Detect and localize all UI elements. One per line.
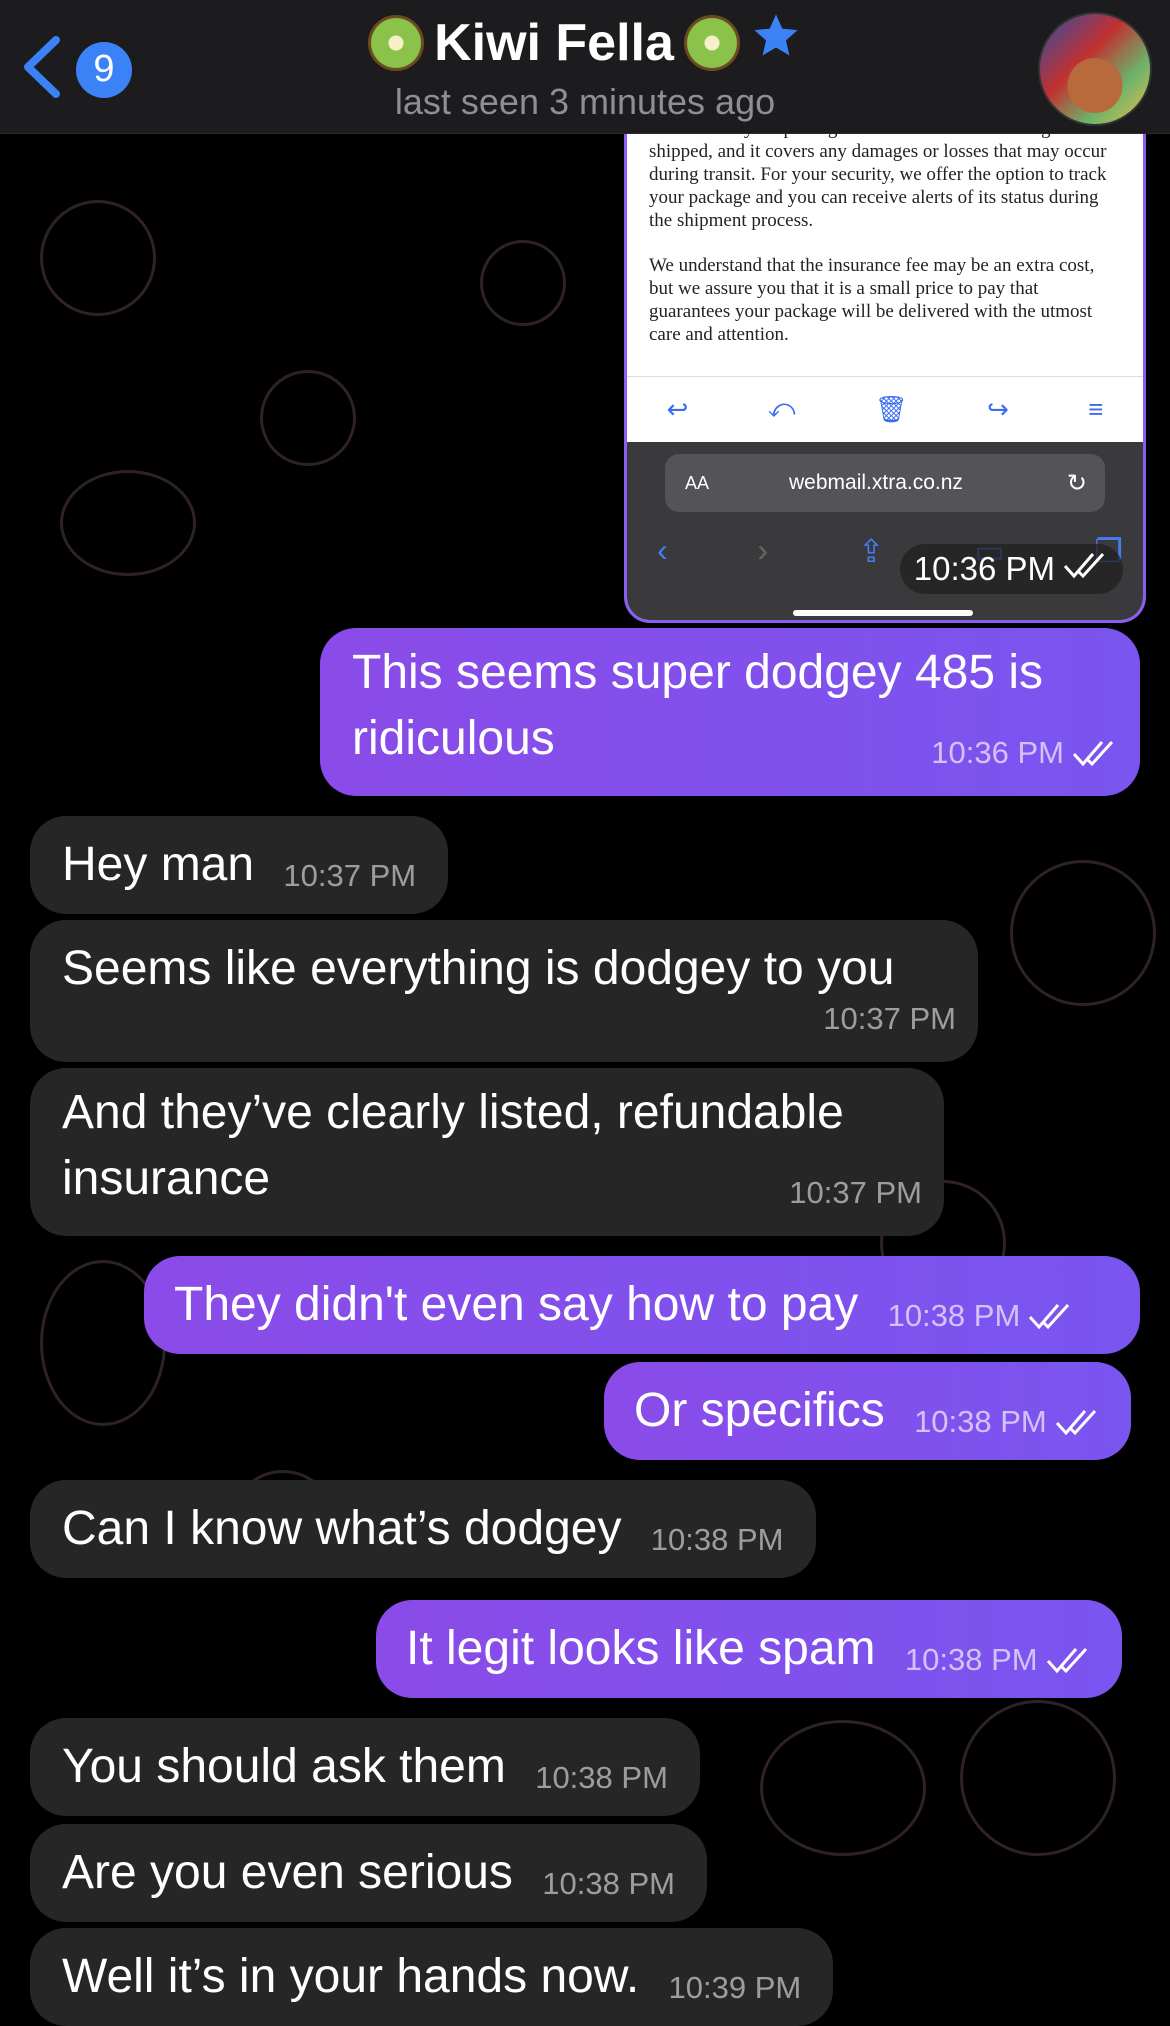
timestamp: 10:37 PM — [789, 1175, 922, 1210]
message-meta: 10:38 PM — [888, 1283, 1075, 1349]
double-check-icon — [1063, 550, 1109, 588]
double-check-icon — [1072, 720, 1118, 786]
message-text: It legit looks like spam — [406, 1622, 876, 1675]
message-text: Are you even serious — [62, 1846, 513, 1899]
message-text: And they’ve clearly listed, refundable i… — [62, 1086, 844, 1205]
doodle — [60, 470, 196, 576]
forward-icon: ↪ — [987, 393, 1009, 424]
kiwi-emoji-icon — [683, 14, 740, 71]
doodle — [260, 370, 356, 466]
message-bubble-incoming[interactable]: Are you even serious 10:38 PM — [30, 1824, 707, 1922]
message-text: They didn't even say how to pay — [174, 1278, 859, 1331]
chat-title-area[interactable]: Kiwi Fella last seen 3 minutes ago — [0, 10, 1170, 123]
reload-icon: ↻ — [1066, 469, 1087, 497]
url-text: webmail.xtra.co.nz — [789, 471, 963, 494]
doodle — [480, 240, 566, 326]
email-paragraph: We understand that the insurance fee may… — [649, 255, 1095, 345]
message-meta: 10:38 PM — [651, 1507, 784, 1573]
menu-icon: ≡ — [1088, 393, 1104, 424]
message-bubble-outgoing[interactable]: It legit looks like spam 10:38 PM — [376, 1600, 1122, 1698]
message-text: Well it’s in your hands now. — [62, 1950, 640, 2003]
trash-icon: 🗑 — [874, 393, 908, 424]
message-meta: 10:37 PM — [823, 986, 956, 1052]
message-bubble-incoming[interactable]: And they’ve clearly listed, refundable i… — [30, 1068, 944, 1236]
doodle — [40, 200, 156, 316]
reply-all-icon: ⤺ — [767, 393, 796, 423]
double-check-icon — [1055, 1389, 1101, 1455]
timestamp: 10:38 PM — [914, 1404, 1047, 1439]
message-text: Or specifics — [634, 1384, 885, 1437]
message-meta: 10:38 PM — [905, 1627, 1092, 1693]
chevron-right-icon: › — [757, 532, 769, 568]
message-meta: 10:38 PM — [914, 1389, 1101, 1455]
avatar[interactable] — [1038, 12, 1152, 126]
timestamp: 10:38 PM — [535, 1760, 668, 1795]
chat-title: Kiwi Fella — [434, 13, 674, 72]
timestamp: 10:38 PM — [542, 1866, 675, 1901]
home-indicator — [793, 610, 973, 616]
message-bubble-incoming[interactable]: Well it’s in your hands now. 10:39 PM — [30, 1928, 834, 2026]
share-icon: ⇪ — [857, 533, 885, 569]
message-meta: 10:37 PM — [789, 1160, 922, 1226]
email-screenshot-body: package, we require a refundable insuran… — [627, 100, 1143, 346]
message-meta: 10:38 PM — [535, 1745, 668, 1811]
doodle — [760, 1720, 926, 1856]
url-bar: AA webmail.xtra.co.nz ↻ — [665, 454, 1105, 512]
message-text: Can I know what’s dodgey — [62, 1502, 622, 1555]
timestamp: 10:37 PM — [823, 1001, 956, 1036]
doodle — [1010, 860, 1156, 1006]
timestamp: 10:38 PM — [887, 1298, 1021, 1333]
message-bubble-outgoing[interactable]: Or specifics 10:38 PM — [604, 1362, 1131, 1460]
message-text: Seems like everything is dodgey to you — [62, 942, 895, 995]
chevron-left-icon: ‹ — [657, 532, 668, 568]
timestamp: 10:36 PM — [913, 550, 1055, 587]
message-text: You should ask them — [62, 1740, 506, 1793]
message-bubble-outgoing[interactable]: This seems super dodgey 485 is ridiculou… — [320, 628, 1140, 796]
message-meta: 10:39 PM — [669, 1955, 802, 2021]
message-text: Hey man — [62, 838, 255, 891]
last-seen-status: last seen 3 minutes ago — [394, 81, 776, 122]
timestamp: 10:36 PM — [931, 735, 1064, 770]
image-timestamp: 10:36 PM — [899, 544, 1123, 594]
message-meta: 10:38 PM — [542, 1851, 675, 1917]
doodle — [960, 1700, 1116, 1856]
message-meta: 10:36 PM — [931, 720, 1118, 786]
message-bubble-incoming[interactable]: You should ask them 10:38 PM — [30, 1718, 700, 1816]
double-check-icon — [1028, 1283, 1074, 1349]
double-check-icon — [1046, 1627, 1092, 1693]
chat-header: 9 Kiwi Fella last seen 3 minutes ago — [0, 0, 1170, 134]
image-message[interactable]: package, we require a refundable insuran… — [624, 100, 1146, 623]
message-bubble-incoming[interactable]: Seems like everything is dodgey to you 1… — [30, 920, 978, 1062]
timestamp: 10:38 PM — [650, 1522, 784, 1557]
timestamp: 10:38 PM — [904, 1642, 1038, 1677]
kiwi-emoji-icon — [368, 14, 425, 71]
star-icon — [750, 10, 802, 75]
text-size-label: AA — [685, 472, 710, 493]
reply-icon: ↩ — [666, 393, 689, 424]
message-bubble-incoming[interactable]: Hey man 10:37 PM — [30, 816, 449, 914]
mail-toolbar: ↩ ⤺ 🗑 ↪ ≡ — [627, 376, 1143, 441]
message-bubble-incoming[interactable]: Can I know what’s dodgey 10:38 PM — [30, 1480, 816, 1578]
timestamp: 10:37 PM — [283, 858, 417, 893]
message-bubble-outgoing[interactable]: They didn't even say how to pay 10:38 PM — [144, 1256, 1140, 1354]
timestamp: 10:39 PM — [668, 1970, 802, 2005]
message-meta: 10:37 PM — [283, 843, 416, 909]
